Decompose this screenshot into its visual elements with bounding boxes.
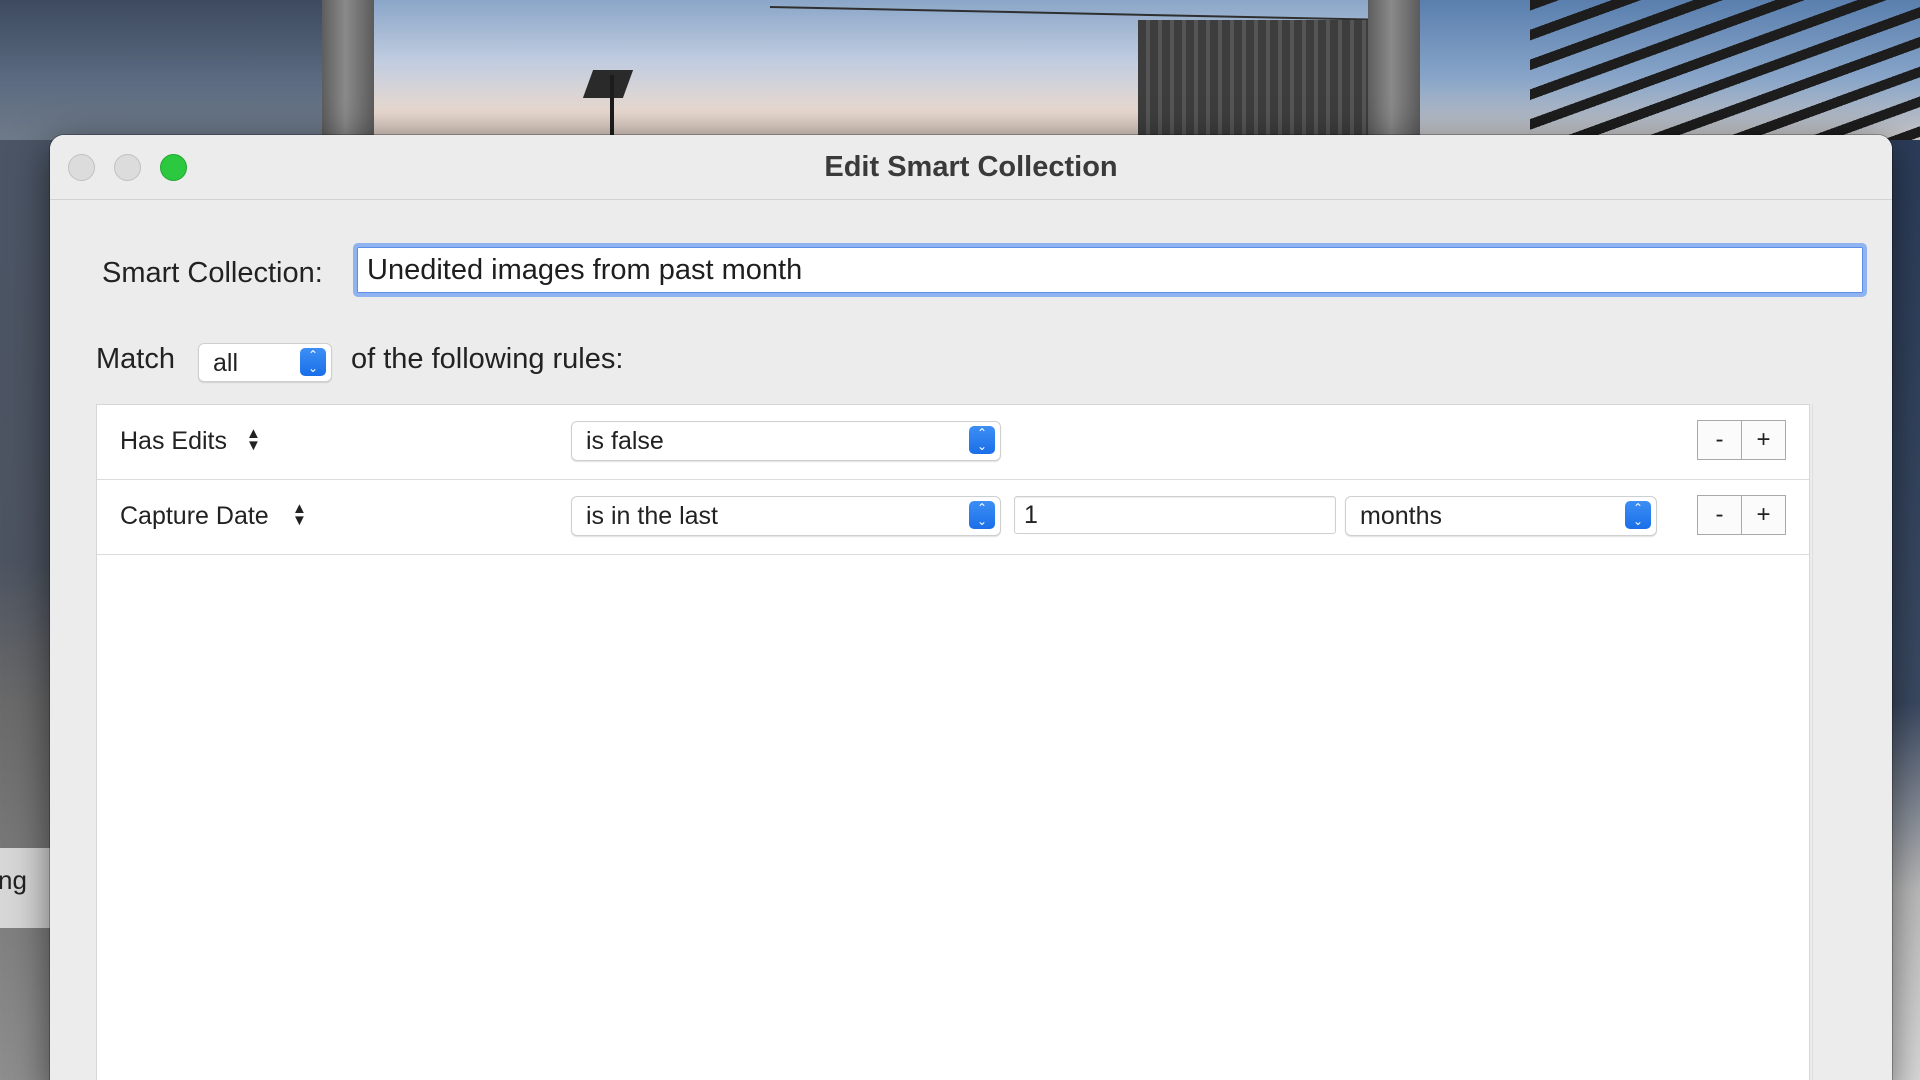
rules-scrollbar[interactable] <box>1812 404 1843 1080</box>
lamp-graphic <box>582 70 634 98</box>
rule-field-select[interactable]: Has Edits <box>120 424 227 458</box>
rule-buttons: - + <box>1697 495 1786 535</box>
wire-graphic <box>769 6 1368 21</box>
filmstrip-separator <box>322 0 374 140</box>
rule-operator-value: is in the last <box>586 502 719 530</box>
rule-field-select[interactable]: Capture Date <box>120 499 269 533</box>
window-title: Edit Smart Collection <box>824 151 1118 183</box>
up-down-arrows-icon[interactable]: ▲ ▼ <box>292 501 307 528</box>
rule-unit-value: months <box>1360 502 1442 530</box>
rule-unit-select[interactable]: months ⌃ ⌄ <box>1345 496 1657 536</box>
background-right-panel <box>1890 140 1920 1080</box>
minimize-window-button[interactable] <box>114 154 141 181</box>
title-bar[interactable]: Edit Smart Collection <box>50 135 1892 200</box>
thumbnail-trees <box>0 0 322 140</box>
edit-smart-collection-dialog: Edit Smart Collection Smart Collection: … <box>50 135 1892 1080</box>
rule-operator-select[interactable]: is in the last ⌃ ⌄ <box>571 496 1001 536</box>
background-filmstrip <box>0 0 1920 140</box>
building-graphic <box>1138 20 1368 140</box>
remove-rule-button[interactable]: - <box>1698 496 1741 534</box>
collection-name-input[interactable] <box>353 243 1867 297</box>
zoom-window-button[interactable] <box>160 154 187 181</box>
remove-rule-button[interactable]: - <box>1698 421 1741 459</box>
rule-row: Capture Date ▲▼ is in the last ⌃⌄ months… <box>97 480 1809 555</box>
rule-operator-value: is false <box>586 427 664 455</box>
canopy-graphic <box>1530 0 1920 140</box>
rule-value-input[interactable] <box>1014 496 1336 534</box>
thumbnail-sky-building <box>374 0 1368 140</box>
rule-operator-select[interactable]: is false ⌃ ⌄ <box>571 421 1001 461</box>
rule-row: Has Edits ▲ ▼ is false ⌃ ⌄ - + <box>97 405 1809 480</box>
chevron-up-down-icon: ⌃ ⌄ <box>1625 501 1651 529</box>
match-mode-select[interactable]: all ⌃ ⌄ <box>198 343 332 382</box>
thumbnail-canopy <box>1420 0 1920 140</box>
up-down-arrows-icon[interactable]: ▲ ▼ <box>246 426 261 453</box>
rule-buttons: - + <box>1697 420 1786 460</box>
close-window-button[interactable] <box>68 154 95 181</box>
match-suffix-label: of the following rules: <box>351 343 624 375</box>
chevron-up-down-icon: ⌃ ⌄ <box>969 501 995 529</box>
add-rule-button[interactable]: + <box>1741 421 1785 459</box>
rules-list: Has Edits ▲ ▼ is false ⌃ ⌄ - + Capture Dat… <box>96 404 1810 1080</box>
match-label: Match <box>96 343 175 375</box>
filmstrip-separator <box>1368 0 1420 140</box>
chevron-up-down-icon: ⌃ ⌄ <box>300 348 326 376</box>
add-rule-button[interactable]: + <box>1741 496 1785 534</box>
collection-name-label: Smart Collection: <box>102 257 323 289</box>
pole-graphic <box>610 75 614 140</box>
chevron-up-down-icon: ⌃ ⌄ <box>969 426 995 454</box>
match-mode-value: all <box>213 349 239 377</box>
